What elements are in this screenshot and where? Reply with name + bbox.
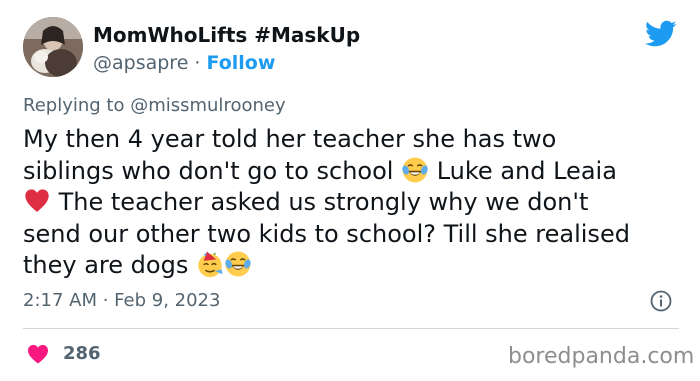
like-count[interactable]: 286	[63, 342, 101, 366]
heart-icon[interactable]	[27, 344, 49, 364]
author-block: MomWhoLifts #MaskUp @apsapre · Follow	[93, 22, 360, 76]
tweet-line-4: send our other two kids to school? Till …	[23, 219, 630, 248]
tweet-line-5-text: they are dogs	[23, 251, 196, 279]
user-handle[interactable]: @apsapre	[93, 52, 188, 74]
red-heart-emoji	[25, 189, 49, 212]
tweet-line-1: My then 4 year told her teacher she has …	[23, 125, 557, 153]
tweet-line-2b: Luke and Leaia	[429, 156, 617, 185]
party-face-emoji	[198, 251, 223, 278]
display-name[interactable]: MomWhoLifts #MaskUp	[93, 22, 360, 48]
tweet-line-3: The teacher asked us strongly why we don…	[23, 187, 683, 219]
handle-line: @apsapre · Follow	[93, 50, 360, 76]
tweet-card: MomWhoLifts #MaskUp @apsapre · Follow Re…	[0, 0, 700, 381]
tweet-timestamp[interactable]: 2:17 AM · Feb 9, 2023	[23, 289, 220, 313]
reply-prefix: Replying to	[23, 95, 131, 116]
avatar[interactable]	[23, 17, 83, 77]
twitter-bird-icon[interactable]	[645, 20, 677, 48]
info-icon[interactable]	[650, 290, 672, 312]
tweet-line-2a: siblings who don't go to school	[23, 156, 402, 185]
reply-context: Replying to @missmulrooney	[23, 94, 286, 118]
follow-button[interactable]: Follow	[207, 52, 276, 74]
divider	[23, 328, 679, 329]
tears-of-joy-emoji	[402, 157, 428, 182]
tears-of-joy-emoji	[225, 251, 251, 277]
watermark: boredpanda.com	[508, 344, 695, 369]
separator-dot: ·	[188, 52, 207, 74]
tweet-line-2: siblings who don't go to school Luke and…	[23, 156, 683, 188]
avatar-photo	[23, 17, 83, 77]
reply-handle[interactable]: @missmulrooney	[130, 95, 285, 116]
tweet-line-3-text: The teacher asked us strongly why we don…	[51, 188, 589, 216]
tweet-text: My then 4 year told her teacher she has …	[23, 124, 683, 282]
tweet-line-5: they are dogs	[23, 250, 683, 282]
